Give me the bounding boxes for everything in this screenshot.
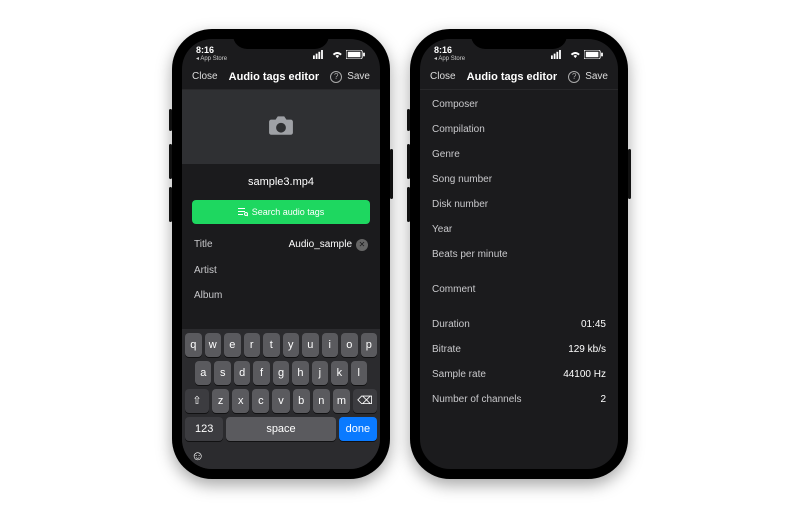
emoji-icon[interactable]: ☺ (191, 448, 204, 463)
key-q[interactable]: q (185, 333, 202, 357)
help-icon[interactable]: ? (330, 71, 342, 83)
artwork-placeholder[interactable] (182, 90, 380, 164)
key-backspace[interactable]: ⌫ (353, 389, 377, 413)
close-button[interactable]: Close (192, 71, 218, 82)
key-m[interactable]: m (333, 389, 350, 413)
wifi-icon (569, 50, 582, 59)
signal-icon (313, 50, 327, 59)
notch (471, 29, 567, 49)
key-j[interactable]: j (312, 361, 328, 385)
key-s[interactable]: s (214, 361, 230, 385)
key-x[interactable]: x (232, 389, 249, 413)
keyboard-row-1: q w e r t y u i o p (185, 333, 377, 357)
field-disk-number[interactable]: Disk number (420, 192, 618, 217)
info-bitrate: Bitrate 129 kb/s (420, 337, 618, 362)
field-year[interactable]: Year (420, 217, 618, 242)
keyboard-row-2: a s d f g h j k l (185, 361, 377, 385)
close-button[interactable]: Close (430, 71, 456, 82)
status-time: 8:16 (434, 46, 465, 55)
info-channels: Number of channels 2 (420, 387, 618, 412)
screen-left: 8:16 ◂ App Store Close Audio tags editor… (182, 39, 380, 469)
page-title: Audio tags editor (467, 71, 557, 83)
key-v[interactable]: v (272, 389, 289, 413)
info-sample-rate: Sample rate 44100 Hz (420, 362, 618, 387)
key-h[interactable]: h (292, 361, 308, 385)
status-icons (313, 50, 366, 59)
key-i[interactable]: i (322, 333, 339, 357)
key-space[interactable]: space (226, 417, 335, 441)
keyboard[interactable]: q w e r t y u i o p a s d f g h j k l (182, 329, 380, 469)
search-list-icon (238, 207, 248, 217)
back-to-appstore[interactable]: ◂ App Store (434, 56, 465, 62)
key-g[interactable]: g (273, 361, 289, 385)
key-n[interactable]: n (313, 389, 330, 413)
key-w[interactable]: w (205, 333, 222, 357)
field-compilation[interactable]: Compilation (420, 117, 618, 142)
key-t[interactable]: t (263, 333, 280, 357)
nav-bar: Close Audio tags editor ? Save (420, 65, 618, 90)
sample-rate-value: 44100 Hz (563, 369, 606, 380)
battery-icon (346, 50, 366, 59)
field-comment[interactable]: Comment (420, 277, 618, 302)
duration-value: 01:45 (581, 319, 606, 330)
field-artist[interactable]: Artist (182, 258, 380, 283)
key-e[interactable]: e (224, 333, 241, 357)
key-z[interactable]: z (212, 389, 229, 413)
title-value: Audio_sample (289, 239, 352, 250)
nav-bar: Close Audio tags editor ? Save (182, 65, 380, 90)
artist-label: Artist (194, 265, 217, 276)
key-k[interactable]: k (331, 361, 347, 385)
notch (233, 29, 329, 49)
page-title: Audio tags editor (229, 71, 319, 83)
help-icon[interactable]: ? (568, 71, 580, 83)
field-composer[interactable]: Composer (420, 92, 618, 117)
save-button[interactable]: Save (347, 71, 370, 82)
key-123[interactable]: 123 (185, 417, 223, 441)
channels-value: 2 (600, 394, 606, 405)
key-r[interactable]: r (244, 333, 261, 357)
filename-label: sample3.mp4 (182, 164, 380, 196)
key-f[interactable]: f (253, 361, 269, 385)
clear-icon[interactable]: ✕ (356, 239, 368, 251)
key-shift[interactable]: ⇧ (185, 389, 209, 413)
phone-frame-left: 8:16 ◂ App Store Close Audio tags editor… (172, 29, 390, 479)
key-l[interactable]: l (351, 361, 367, 385)
key-a[interactable]: a (195, 361, 211, 385)
screen-right: 8:16 ◂ App Store Close Audio tags editor… (420, 39, 618, 469)
info-duration: Duration 01:45 (420, 312, 618, 337)
camera-icon (268, 114, 294, 139)
signal-icon (551, 50, 565, 59)
album-label: Album (194, 290, 222, 301)
save-button[interactable]: Save (585, 71, 608, 82)
wifi-icon (331, 50, 344, 59)
key-u[interactable]: u (302, 333, 319, 357)
keyboard-row-4: 123 space done (185, 417, 377, 441)
field-song-number[interactable]: Song number (420, 167, 618, 192)
status-icons (551, 50, 604, 59)
key-c[interactable]: c (252, 389, 269, 413)
field-bpm[interactable]: Beats per minute (420, 242, 618, 267)
keyboard-row-3: ⇧ z x c v b n m ⌫ (185, 389, 377, 413)
key-y[interactable]: y (283, 333, 300, 357)
field-album[interactable]: Album (182, 283, 380, 308)
key-d[interactable]: d (234, 361, 250, 385)
field-genre[interactable]: Genre (420, 142, 618, 167)
key-done[interactable]: done (339, 417, 377, 441)
key-b[interactable]: b (293, 389, 310, 413)
field-title[interactable]: Title Audio_sample ✕ (182, 232, 380, 258)
search-audio-tags-button[interactable]: Search audio tags (192, 200, 370, 224)
bitrate-value: 129 kb/s (568, 344, 606, 355)
title-label: Title (194, 239, 213, 250)
key-p[interactable]: p (361, 333, 378, 357)
back-to-appstore[interactable]: ◂ App Store (196, 56, 227, 62)
key-o[interactable]: o (341, 333, 358, 357)
phone-frame-right: 8:16 ◂ App Store Close Audio tags editor… (410, 29, 628, 479)
battery-icon (584, 50, 604, 59)
status-time: 8:16 (196, 46, 227, 55)
